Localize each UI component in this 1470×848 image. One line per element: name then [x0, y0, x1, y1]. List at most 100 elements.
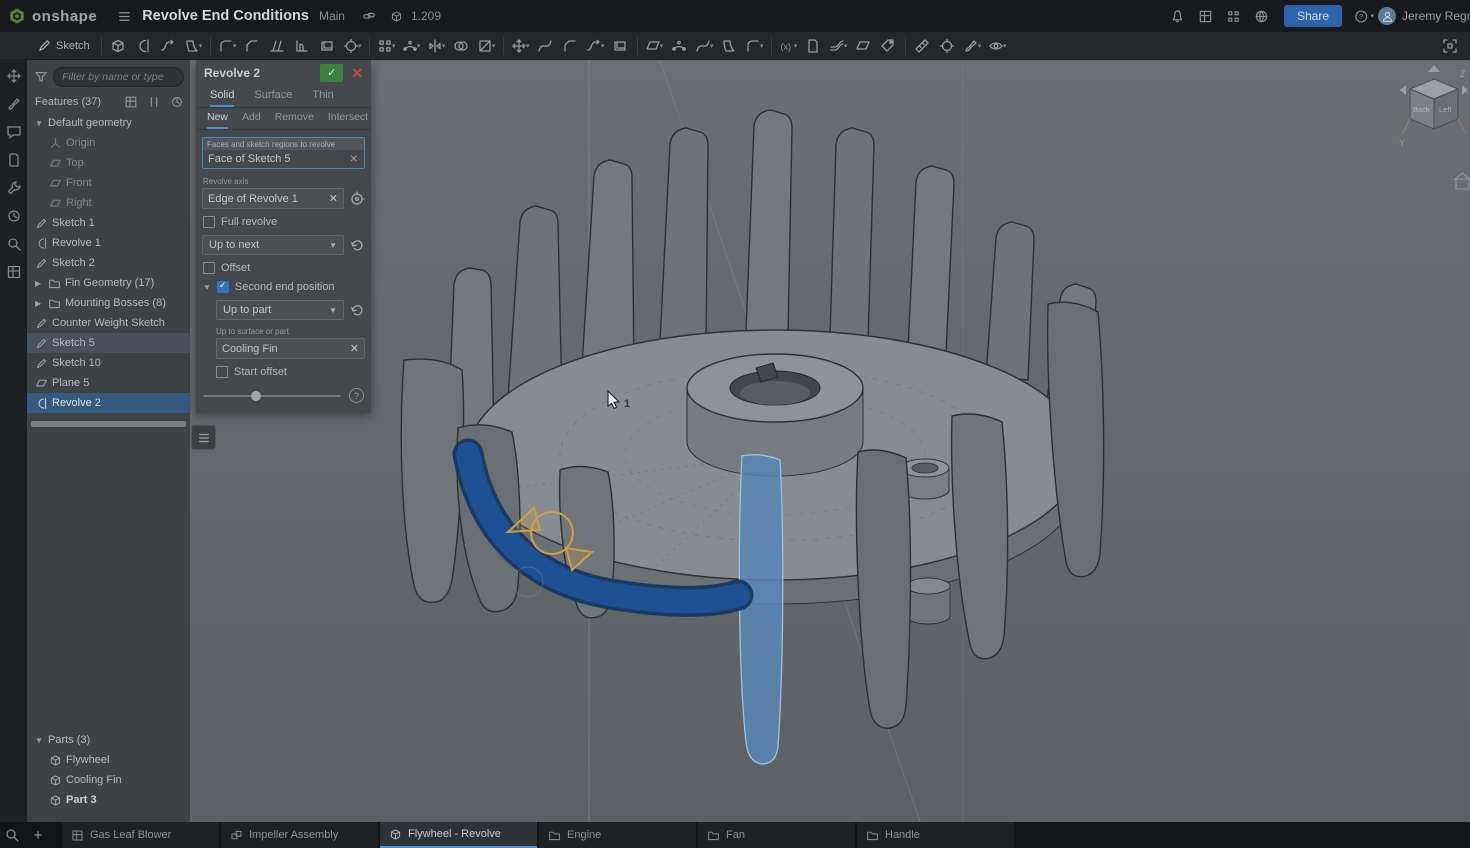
draft-icon[interactable] — [265, 34, 290, 58]
second-end-checkbox[interactable] — [217, 281, 229, 293]
workspace-label[interactable]: Main — [319, 9, 345, 23]
tab-remove[interactable]: Remove — [275, 108, 314, 129]
chamfer-icon[interactable] — [240, 34, 265, 58]
clear-selection-icon[interactable]: ✕ — [349, 154, 359, 165]
opacity-slider[interactable] — [203, 395, 341, 397]
boolean-icon[interactable] — [449, 34, 474, 58]
second-end-row[interactable]: ▼ Second end position — [203, 281, 364, 293]
documents-panel-icon[interactable] — [6, 152, 22, 168]
notifications-bell-icon[interactable] — [1168, 6, 1188, 26]
project-curve-icon[interactable] — [717, 34, 742, 58]
mass-properties-icon[interactable] — [935, 34, 960, 58]
section-view-icon[interactable]: ▾ — [985, 34, 1010, 58]
fillet-icon[interactable]: ▾ — [215, 34, 240, 58]
tab-solid[interactable]: Solid — [210, 86, 234, 107]
tab-thin[interactable]: Thin — [312, 86, 333, 107]
part-item-flywheel[interactable]: Flywheel — [27, 750, 190, 770]
tab-impeller-assembly[interactable]: Impeller Assembly — [221, 822, 378, 848]
tables-panel-icon[interactable] — [6, 264, 22, 280]
part-item-part-3[interactable]: Part 3 — [27, 790, 190, 810]
up-to-selection-box[interactable]: Cooling Fin ✕ — [216, 338, 365, 359]
comments-panel-icon[interactable] — [6, 124, 22, 140]
feature-item-revolve-1[interactable]: Revolve 1 — [27, 233, 190, 253]
feature-item-revolve-2[interactable]: Revolve 2 — [27, 393, 190, 413]
tab-handle[interactable]: Handle — [857, 822, 1014, 848]
mounting-boss[interactable] — [906, 578, 950, 624]
appearance-icon[interactable]: ▾ — [960, 34, 985, 58]
tab-flywheel-revolve[interactable]: Flywheel - Revolve — [380, 822, 537, 848]
move-rotate-icon[interactable] — [6, 68, 22, 84]
feature-item-sketch-10[interactable]: Sketch 10 — [27, 353, 190, 373]
delete-face-icon[interactable] — [558, 34, 583, 58]
appearance-panel-icon[interactable] — [6, 96, 22, 112]
add-tab-button[interactable]: + — [26, 826, 50, 845]
help-icon[interactable]: ? — [349, 388, 364, 403]
full-revolve-checkbox[interactable] — [203, 216, 215, 228]
rotate-left-arrow[interactable] — [1400, 85, 1406, 95]
start-offset-row[interactable]: Start offset — [216, 366, 364, 378]
flywheel-model[interactable] — [190, 60, 1470, 822]
expand-all-icon[interactable] — [124, 95, 138, 109]
chevron-right-icon[interactable]: ▶ — [35, 299, 44, 308]
offset-checkbox[interactable] — [203, 262, 215, 274]
parts-header[interactable]: ▼ Parts (3) — [27, 730, 190, 750]
link-icon[interactable] — [359, 6, 379, 26]
view-cube[interactable]: Back Left Y Z — [1398, 63, 1470, 213]
feature-item-default-geometry[interactable]: ▼ Default geometry — [27, 113, 190, 133]
history-icon[interactable] — [170, 95, 184, 109]
tab-fan[interactable]: Fan — [698, 822, 855, 848]
version-label[interactable]: 1.209 — [411, 9, 441, 23]
start-offset-checkbox[interactable] — [216, 366, 228, 378]
faces-selection-box[interactable]: Faces and sketch regions to revolve Face… — [202, 137, 365, 169]
feature-item-sketch-1[interactable]: Sketch 1 — [27, 213, 190, 233]
revolve-icon[interactable] — [131, 34, 156, 58]
chevron-down-icon[interactable]: ▼ — [35, 736, 44, 745]
feature-item-right[interactable]: Right — [27, 193, 190, 213]
move-face-icon[interactable]: ▾ — [583, 34, 608, 58]
viewcube-home-icon[interactable] — [1454, 173, 1470, 189]
cancel-button[interactable]: ✕ — [348, 66, 366, 80]
flatten-icon[interactable] — [851, 34, 876, 58]
tab-intersect[interactable]: Intersect — [328, 108, 368, 129]
measure-icon[interactable] — [910, 34, 935, 58]
replace-face-icon[interactable] — [608, 34, 633, 58]
rib-icon[interactable] — [290, 34, 315, 58]
clear-selection-icon[interactable]: ✕ — [350, 342, 359, 355]
tab-search-icon[interactable] — [4, 827, 20, 843]
chevron-right-icon[interactable]: ▶ — [35, 279, 44, 288]
shell-icon[interactable] — [315, 34, 340, 58]
sketch-button[interactable]: Sketch — [30, 34, 97, 58]
tab-new[interactable]: New — [207, 108, 228, 129]
dialog-titlebar[interactable]: Revolve 2 ✓ ✕ — [196, 60, 371, 86]
chevron-down-icon[interactable]: ▼ — [35, 119, 44, 128]
mate-connector-icon[interactable] — [349, 191, 365, 207]
cooling-fin-highlight[interactable] — [739, 455, 782, 764]
collapse-dialog-button[interactable] — [191, 425, 216, 450]
graphics-viewport[interactable]: Back Left Y Z 1 — [190, 60, 1470, 822]
fit-spline-icon[interactable]: ▾ — [692, 34, 717, 58]
feature-item-front[interactable]: Front — [27, 173, 190, 193]
onshape-logo[interactable]: onshape — [0, 7, 107, 25]
suspend-icon[interactable] — [147, 95, 161, 109]
user-menu[interactable]: Jeremy Regne — [1378, 7, 1470, 25]
lookup-panel-icon[interactable] — [6, 236, 22, 252]
full-revolve-row[interactable]: Full revolve — [203, 216, 364, 228]
axis-selection-box[interactable]: Edge of Revolve 1 ✕ — [202, 188, 344, 209]
import-icon[interactable] — [801, 34, 826, 58]
feature-item-counter-weight-sketch[interactable]: Counter Weight Sketch — [27, 313, 190, 333]
plane-icon[interactable]: ▾ — [642, 34, 667, 58]
part-item-cooling-fin[interactable]: Cooling Fin — [27, 770, 190, 790]
app-store-icon[interactable] — [1224, 6, 1244, 26]
feature-item-sketch-5[interactable]: Sketch 5 — [27, 333, 190, 353]
configurations-panel-icon[interactable] — [6, 180, 22, 196]
helix-icon[interactable] — [667, 34, 692, 58]
rotate-up-arrow[interactable] — [1428, 65, 1440, 72]
toolbar-overflow-icon[interactable] — [1437, 34, 1462, 58]
slider-knob[interactable] — [251, 391, 261, 401]
share-button[interactable]: Share — [1284, 5, 1342, 27]
hole-icon[interactable]: ▾ — [340, 34, 365, 58]
feature-item-mounting-bosses[interactable]: ▶ Mounting Bosses (8) — [27, 293, 190, 313]
tab-engine[interactable]: Engine — [539, 822, 696, 848]
sweep-icon[interactable] — [156, 34, 181, 58]
version-box-icon[interactable] — [387, 6, 407, 26]
